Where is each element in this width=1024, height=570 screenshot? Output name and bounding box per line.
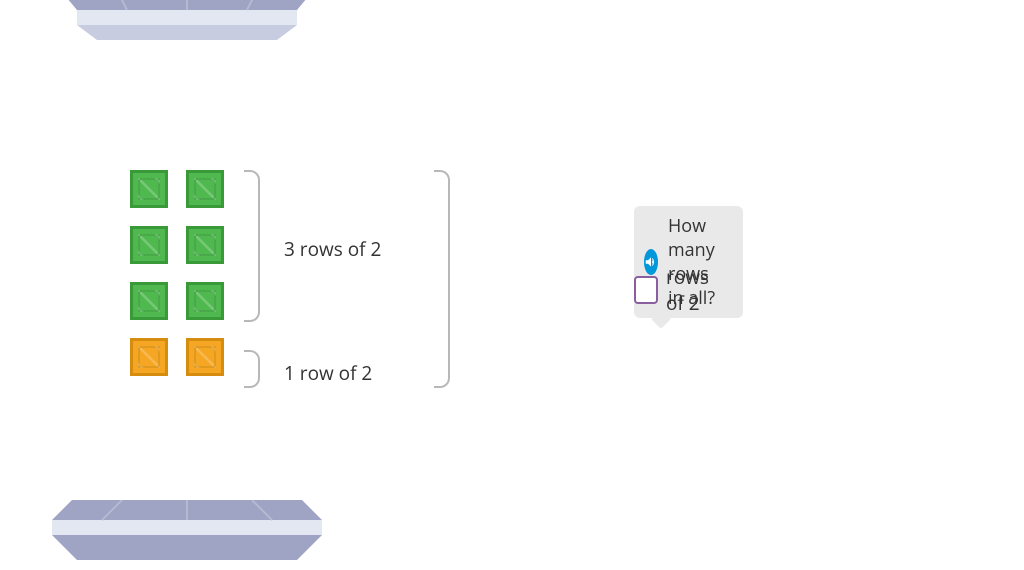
tile-green — [186, 170, 224, 208]
tile-row — [130, 338, 224, 376]
exercise-content: 3 rows of 2 1 row of 2 How many rows in … — [130, 170, 454, 390]
label-group-2: 1 row of 2 — [284, 360, 372, 386]
tile-row — [130, 170, 224, 208]
tile-orange — [130, 338, 168, 376]
tile-green — [186, 226, 224, 264]
tile-green — [130, 226, 168, 264]
tile-orange — [186, 338, 224, 376]
answer-input[interactable] — [634, 276, 658, 304]
answer-suffix: rows of 2 — [666, 264, 709, 316]
tray-top-decoration — [52, 0, 322, 40]
tile-green — [186, 282, 224, 320]
tile-grid — [130, 170, 224, 376]
bracket-group-1 — [244, 170, 260, 322]
tile-row — [130, 282, 224, 320]
bracket-total — [434, 170, 450, 388]
bracket-group-2 — [244, 350, 260, 388]
tile-green — [130, 170, 168, 208]
tile-row — [130, 226, 224, 264]
tile-green — [130, 282, 168, 320]
label-group-1: 3 rows of 2 — [284, 236, 381, 262]
answer-row: rows of 2 — [634, 264, 709, 316]
bracket-labels: 3 rows of 2 1 row of 2 How many rows in … — [244, 170, 454, 390]
